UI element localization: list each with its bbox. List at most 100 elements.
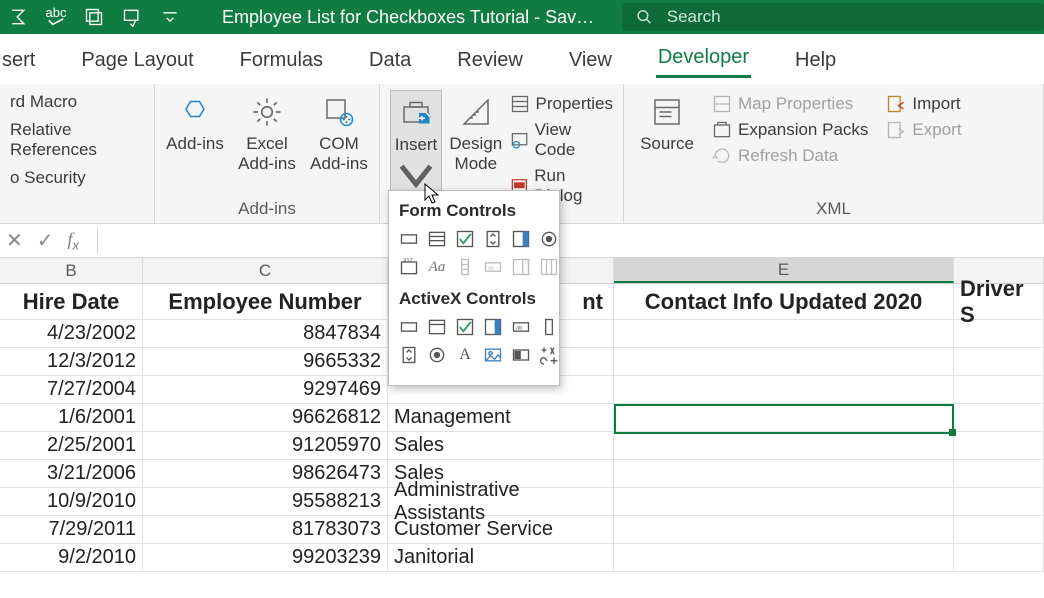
qat-icon-3[interactable] [84, 7, 104, 27]
cell-department[interactable]: Customer Service [388, 516, 614, 544]
import-button[interactable]: Import [886, 94, 961, 114]
cell-hire-date[interactable]: 4/23/2002 [0, 320, 143, 348]
table-row[interactable]: 10/9/201095588213Administrative Assistan… [0, 488, 1044, 516]
cell-contact-info[interactable] [614, 432, 954, 460]
ax-optionbutton-icon[interactable] [425, 343, 449, 367]
accept-formula-icon[interactable]: ✓ [37, 228, 54, 253]
cell-contact-info[interactable] [614, 404, 954, 432]
tab-developer[interactable]: Developer [656, 40, 751, 78]
qat-customize-icon[interactable] [160, 7, 180, 27]
form-groupbox-icon[interactable]: XYZ [397, 255, 421, 279]
search-box[interactable] [622, 3, 1044, 31]
cell-employee-number[interactable]: 98626473 [143, 460, 388, 488]
cell-driver[interactable] [954, 348, 1044, 376]
cell-contact-info[interactable] [614, 488, 954, 516]
cell-hire-date[interactable]: 9/2/2010 [0, 544, 143, 572]
table-row[interactable]: 9/2/201099203239Janitorial [0, 544, 1044, 572]
com-addins-button[interactable]: COM Add-ins [309, 90, 369, 173]
cell-driver[interactable] [954, 404, 1044, 432]
relative-references-button[interactable]: Relative References [10, 120, 144, 160]
ax-spinner-icon[interactable] [397, 343, 421, 367]
autosum-icon[interactable] [8, 7, 28, 27]
form-optionbutton-icon[interactable] [537, 227, 561, 251]
ax-togglebutton-icon[interactable] [509, 343, 533, 367]
cell-driver[interactable] [954, 376, 1044, 404]
cell-hire-date[interactable]: 3/21/2006 [0, 460, 143, 488]
col-header-c[interactable]: C [143, 258, 388, 283]
cell-department[interactable]: Administrative Assistants [388, 488, 614, 516]
tab-help[interactable]: Help [793, 43, 838, 78]
cell-employee-number[interactable]: 81783073 [143, 516, 388, 544]
cell-driver[interactable] [954, 432, 1044, 460]
ax-combobox-icon[interactable] [425, 315, 449, 339]
view-code-button[interactable]: View Code [510, 120, 613, 160]
insert-controls-button[interactable]: Insert [390, 90, 442, 196]
record-macro-button[interactable]: rd Macro [10, 92, 144, 112]
design-mode-button[interactable]: Design Mode [448, 90, 503, 173]
col-header-b[interactable]: B [0, 258, 143, 283]
macro-security-button[interactable]: o Security [10, 168, 144, 188]
form-combobox-icon[interactable] [425, 227, 449, 251]
cell-contact-info[interactable] [614, 376, 954, 404]
properties-button[interactable]: Properties [510, 94, 613, 114]
cell-hire-date[interactable]: 10/9/2010 [0, 488, 143, 516]
cell-hire-date[interactable]: 2/25/2001 [0, 432, 143, 460]
cell-employee-number[interactable]: 96626812 [143, 404, 388, 432]
excel-addins-button[interactable]: Excel Add-ins [237, 90, 297, 173]
col-header-e[interactable]: E [614, 258, 954, 283]
ax-listbox-icon[interactable] [481, 315, 505, 339]
tab-page-layout[interactable]: Page Layout [79, 43, 195, 78]
tab-data[interactable]: Data [367, 43, 413, 78]
ax-image-icon[interactable] [481, 343, 505, 367]
cell-hire-date[interactable]: 7/27/2004 [0, 376, 143, 404]
cell-contact-info[interactable] [614, 320, 954, 348]
cell-hire-date[interactable]: 7/29/2011 [0, 516, 143, 544]
cell-driver[interactable] [954, 488, 1044, 516]
tab-view[interactable]: View [567, 43, 614, 78]
cancel-formula-icon[interactable]: ✕ [6, 228, 23, 253]
spellcheck-icon[interactable]: abc [46, 7, 66, 27]
form-label-icon[interactable]: Aa [425, 255, 449, 279]
cell-driver[interactable] [954, 320, 1044, 348]
ax-label-icon[interactable]: A [453, 343, 477, 367]
table-row[interactable]: 2/25/200191205970Sales [0, 432, 1044, 460]
cell-contact-info[interactable] [614, 516, 954, 544]
cell-department[interactable]: Management [388, 404, 614, 432]
form-button-icon[interactable] [397, 227, 421, 251]
cell-department[interactable]: Janitorial [388, 544, 614, 572]
expansion-packs-button[interactable]: Expansion Packs [712, 120, 868, 140]
ax-morecontrols-icon[interactable] [537, 343, 561, 367]
cell-employee-number[interactable]: 95588213 [143, 488, 388, 516]
table-row[interactable]: 7/29/201181783073Customer Service [0, 516, 1044, 544]
search-input[interactable] [667, 7, 1030, 27]
cell-contact-info[interactable] [614, 544, 954, 572]
tab-review[interactable]: Review [455, 43, 525, 78]
table-row[interactable]: 1/6/200196626812Management [0, 404, 1044, 432]
cell-contact-info[interactable] [614, 460, 954, 488]
fx-icon[interactable]: fx [68, 229, 80, 253]
qat-icon-4[interactable] [122, 7, 142, 27]
cell-employee-number[interactable]: 8847834 [143, 320, 388, 348]
cell-employee-number[interactable]: 9665332 [143, 348, 388, 376]
cell-employee-number[interactable]: 9297469 [143, 376, 388, 404]
cell-driver[interactable] [954, 460, 1044, 488]
source-button[interactable]: Source [634, 90, 700, 154]
tab-insert[interactable]: sert [0, 43, 37, 78]
form-spinner-icon[interactable] [481, 227, 505, 251]
ax-textbox-icon[interactable]: ab [509, 315, 533, 339]
ax-commandbutton-icon[interactable] [397, 315, 421, 339]
cell-driver[interactable] [954, 544, 1044, 572]
form-listbox-icon[interactable] [509, 227, 533, 251]
ax-checkbox-icon[interactable] [453, 315, 477, 339]
cell-employee-number[interactable]: 91205970 [143, 432, 388, 460]
ax-scrollbar-icon[interactable] [537, 315, 561, 339]
cell-employee-number[interactable]: 99203239 [143, 544, 388, 572]
cell-driver[interactable] [954, 516, 1044, 544]
cell-department[interactable]: Sales [388, 432, 614, 460]
cell-hire-date[interactable]: 12/3/2012 [0, 348, 143, 376]
cell-hire-date[interactable]: 1/6/2001 [0, 404, 143, 432]
form-checkbox-icon[interactable] [453, 227, 477, 251]
tab-formulas[interactable]: Formulas [238, 43, 325, 78]
addins-button[interactable]: Add-ins [165, 90, 225, 154]
cell-contact-info[interactable] [614, 348, 954, 376]
